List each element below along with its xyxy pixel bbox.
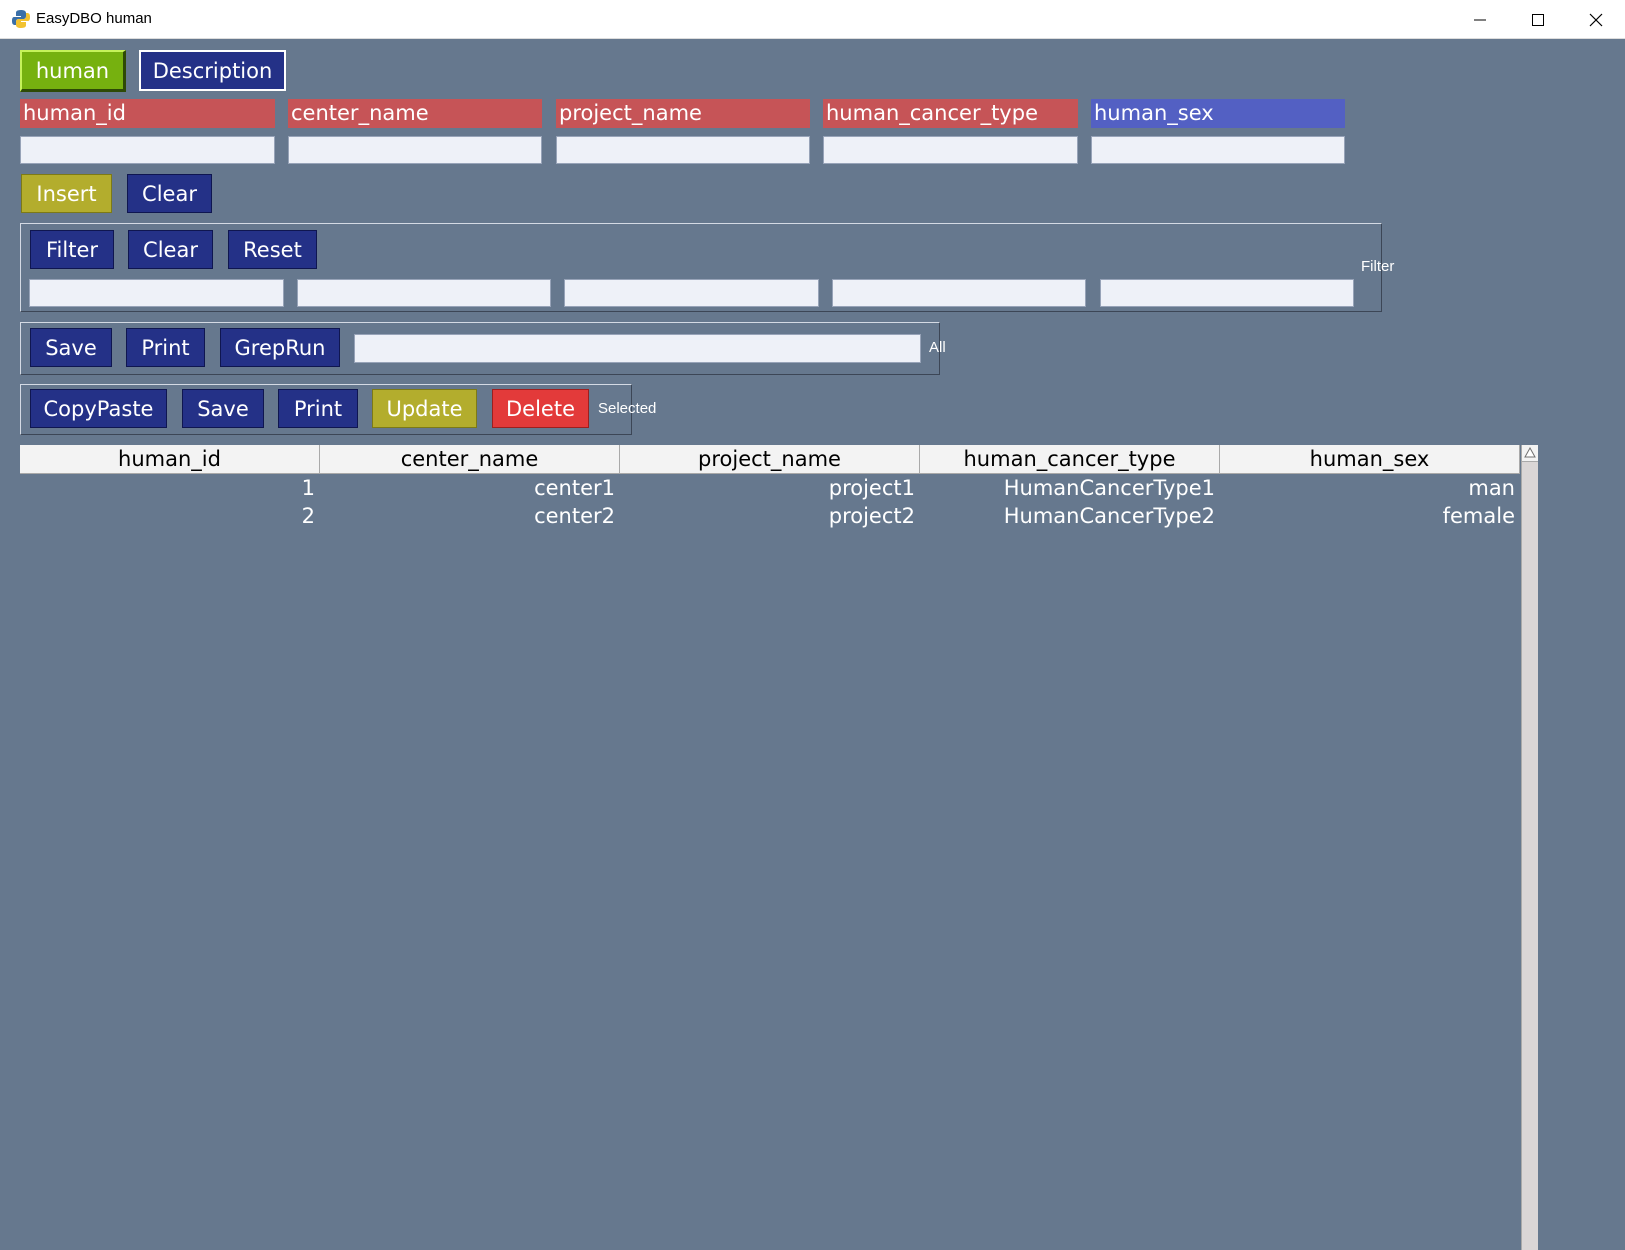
cell-human-id: 2 — [301, 504, 315, 528]
save-all-button[interactable]: Save — [30, 328, 112, 367]
cell-human-sex: female — [1442, 504, 1515, 528]
tab-human[interactable]: human — [20, 50, 126, 92]
human-cancer-type-field[interactable] — [823, 136, 1078, 164]
table-row[interactable]: 2 center2 project2 HumanCancerType2 fema… — [20, 502, 1520, 530]
window-title: EasyDBO human — [36, 10, 152, 27]
cell-human-sex: man — [1468, 476, 1515, 500]
triangle-up-icon — [1524, 446, 1536, 458]
cell-project-name: project1 — [828, 476, 915, 500]
cell-center-name: center2 — [534, 504, 615, 528]
grep-input[interactable] — [354, 334, 921, 363]
field-label-human-cancer-type: human_cancer_type — [823, 99, 1078, 128]
field-label-human-id: human_id — [20, 99, 275, 128]
table-scrollbar[interactable] — [1521, 445, 1538, 1250]
print-selected-button[interactable]: Print — [278, 389, 358, 428]
human-sex-field[interactable] — [1091, 136, 1345, 164]
filter-input-project-name[interactable] — [564, 279, 819, 307]
clear-fields-button[interactable]: Clear — [127, 174, 212, 213]
all-group-caption: All — [929, 339, 946, 356]
close-button[interactable] — [1567, 0, 1625, 39]
update-button[interactable]: Update — [372, 389, 477, 428]
filter-input-human-sex[interactable] — [1100, 279, 1354, 307]
filter-clear-button[interactable]: Clear — [128, 230, 213, 269]
cell-human-cancer-type: HumanCancerType2 — [1003, 504, 1215, 528]
project-name-field[interactable] — [556, 136, 810, 164]
table-row[interactable]: 1 center1 project1 HumanCancerType1 man — [20, 474, 1520, 502]
filter-input-human-cancer-type[interactable] — [832, 279, 1086, 307]
cell-project-name: project2 — [828, 504, 915, 528]
save-selected-button[interactable]: Save — [182, 389, 264, 428]
data-table[interactable]: human_id center_name project_name human_… — [20, 445, 1539, 1250]
column-header-human-sex[interactable]: human_sex — [1220, 445, 1520, 474]
filter-group-caption: Filter — [1361, 258, 1395, 275]
minimize-icon — [1474, 19, 1486, 21]
filter-button[interactable]: Filter — [30, 230, 114, 269]
column-header-human-cancer-type[interactable]: human_cancer_type — [920, 445, 1220, 474]
filter-input-human-id[interactable] — [29, 279, 284, 307]
maximize-button[interactable] — [1509, 0, 1567, 39]
human-id-field[interactable] — [20, 136, 275, 164]
close-icon — [1589, 13, 1603, 27]
python-icon — [12, 10, 30, 28]
maximize-icon — [1532, 14, 1544, 26]
filter-reset-button[interactable]: Reset — [228, 230, 317, 269]
cell-human-id: 1 — [301, 476, 315, 500]
field-label-human-sex: human_sex — [1091, 99, 1345, 128]
center-name-field[interactable] — [288, 136, 542, 164]
scroll-up-button[interactable] — [1522, 445, 1538, 462]
selected-group-caption: Selected — [598, 400, 657, 417]
column-header-human-id[interactable]: human_id — [20, 445, 320, 474]
cell-center-name: center1 — [534, 476, 615, 500]
print-all-button[interactable]: Print — [126, 328, 205, 367]
delete-button[interactable]: Delete — [492, 389, 589, 428]
insert-button[interactable]: Insert — [21, 174, 112, 213]
table-header: human_id center_name project_name human_… — [20, 445, 1520, 474]
minimize-button[interactable] — [1451, 0, 1509, 39]
field-label-project-name: project_name — [556, 99, 810, 128]
copypaste-button[interactable]: CopyPaste — [30, 389, 167, 428]
column-header-project-name[interactable]: project_name — [620, 445, 920, 474]
title-bar: EasyDBO human — [0, 0, 1625, 39]
tab-description[interactable]: Description — [139, 50, 286, 91]
filter-input-center-name[interactable] — [297, 279, 551, 307]
greprun-button[interactable]: GrepRun — [220, 328, 340, 367]
field-label-center-name: center_name — [288, 99, 542, 128]
column-header-center-name[interactable]: center_name — [320, 445, 620, 474]
cell-human-cancer-type: HumanCancerType1 — [1003, 476, 1215, 500]
